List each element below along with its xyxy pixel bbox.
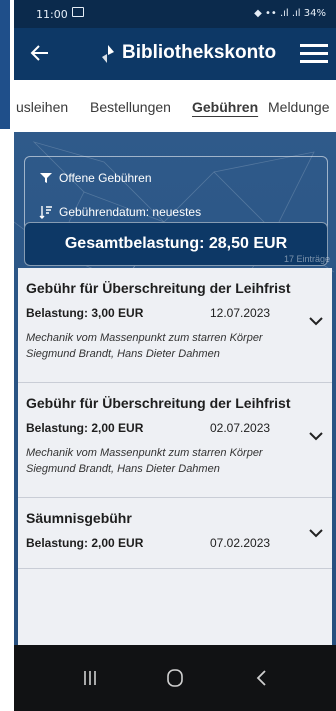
filter-icon — [40, 173, 52, 183]
fee-date: 02.07.2023 — [210, 421, 271, 435]
fee-amount: Belastung: 2,00 EUR — [26, 421, 144, 435]
fees-content: Offene Gebühren Gebührendatum: neuestes … — [14, 132, 336, 645]
fee-title: Säumnisgebühr — [26, 510, 132, 526]
sort-fee-date-label: Gebührendatum: neuestes — [59, 205, 202, 219]
fee-date: 07.02.2023 — [210, 536, 271, 550]
page-title: Bibliothekskonto — [122, 42, 277, 63]
tab-gebuehren[interactable]: Gebühren — [192, 99, 258, 115]
tab-bestellungen[interactable]: Bestellungen — [90, 99, 171, 115]
home-icon[interactable] — [163, 667, 187, 689]
fee-title: Gebühr für Überschreitung der Leihfrist — [26, 280, 291, 296]
back-arrow-icon[interactable] — [28, 40, 52, 66]
status-time: 11:00 — [36, 8, 68, 21]
fee-date: 12.07.2023 — [210, 306, 271, 320]
fee-card[interactable]: Gebühr für Überschreitung der Leihfrist … — [18, 268, 332, 383]
app-header: Bibliothekskonto — [14, 28, 336, 80]
back-icon[interactable] — [250, 667, 274, 689]
recent-apps-icon[interactable] — [78, 667, 102, 689]
notification-icon — [72, 7, 84, 17]
sort-icon — [39, 206, 52, 219]
fee-amount: Belastung: 2,00 EUR — [26, 536, 144, 550]
phone-screen: 11:00 ◆ •• .ıl .ıl 34% Bibliothekskonto … — [14, 0, 336, 711]
filter-open-fees-label: Offene Gebühren — [59, 171, 152, 185]
status-indicators: ◆ •• .ıl .ıl 34% — [254, 8, 326, 19]
side-accent-bar — [0, 0, 10, 129]
fee-card[interactable]: Säumnisgebühr Belastung: 2,00 EUR 07.02.… — [18, 498, 332, 569]
fee-card[interactable]: Gebühr für Überschreitung der Leihfrist … — [18, 383, 332, 498]
hamburger-menu-icon[interactable] — [300, 44, 328, 64]
chevron-down-icon[interactable] — [308, 316, 324, 326]
status-bar: 11:00 ◆ •• .ıl .ıl 34% — [14, 0, 336, 28]
fee-amount: Belastung: 3,00 EUR — [26, 306, 144, 320]
logo-icon — [98, 44, 118, 64]
fee-description: Mechanik vom Massenpunkt zum starren Kör… — [26, 447, 263, 475]
chevron-down-icon[interactable] — [308, 528, 324, 538]
tab-ausleihen[interactable]: usleihen — [16, 99, 68, 115]
chevron-down-icon[interactable] — [308, 431, 324, 441]
tab-meldungen[interactable]: Meldunge — [268, 99, 330, 115]
entry-count: 17 Einträge — [283, 254, 330, 264]
system-nav-bar — [14, 645, 336, 711]
tab-bar: usleihen Bestellungen Gebühren Meldunge — [14, 80, 336, 132]
total-charge-banner: Gesamtbelastung: 28,50 EUR — [24, 222, 328, 266]
fee-title: Gebühr für Überschreitung der Leihfrist — [26, 395, 291, 411]
fee-description: Mechanik vom Massenpunkt zum starren Kör… — [26, 332, 263, 360]
fee-card-partial[interactable] — [18, 569, 332, 645]
